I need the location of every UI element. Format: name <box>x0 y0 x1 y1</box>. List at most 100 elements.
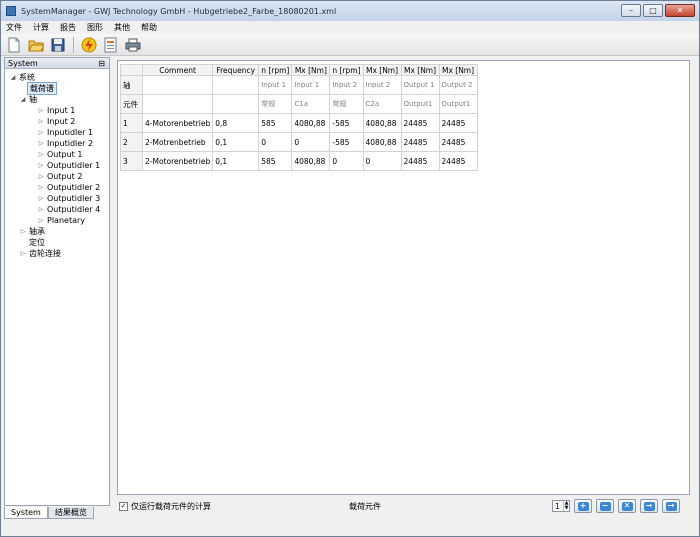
tab-results-overview[interactable]: 结果概览 <box>47 507 94 519</box>
tree-item-shaft[interactable]: ▷ Input 2 <box>37 116 77 127</box>
expand-arrow-icon[interactable]: ▷ <box>37 173 45 180</box>
tree-item-shaft[interactable]: ▷ Input 1 <box>37 105 77 116</box>
expand-arrow-icon[interactable]: ▷ <box>37 129 45 136</box>
row-number[interactable]: 1 <box>120 113 143 133</box>
torque-cell[interactable]: 0 <box>291 132 331 152</box>
open-button[interactable] <box>27 36 45 54</box>
element-cell[interactable]: C1a <box>291 94 331 114</box>
shaft-cell[interactable]: Output 1 <box>400 75 440 95</box>
speed-cell[interactable]: -585 <box>329 113 364 133</box>
maximize-button[interactable]: □ <box>643 4 663 17</box>
speed-cell[interactable]: 0 <box>329 151 364 171</box>
row-number[interactable]: 3 <box>120 151 143 171</box>
menu-file[interactable]: 文件 <box>1 22 28 33</box>
speed-cell[interactable]: 0 <box>258 132 293 152</box>
tree-item-shaft[interactable]: ▷ Inputidler 1 <box>37 127 95 138</box>
row-number[interactable]: 2 <box>120 132 143 152</box>
element-cell[interactable] <box>212 94 260 114</box>
element-cell[interactable]: C2a <box>362 94 402 114</box>
column-header[interactable]: Mx [Nm] <box>438 64 478 76</box>
minimize-button[interactable]: – <box>621 4 641 17</box>
row-count-spinner[interactable]: 1 ▲ ▼ <box>552 500 570 512</box>
expand-arrow-icon[interactable]: ▷ <box>37 217 45 224</box>
expand-arrow-icon[interactable]: ▷ <box>37 206 45 213</box>
expand-arrow-icon[interactable]: ▷ <box>19 228 27 235</box>
torque-cell[interactable]: 24485 <box>400 151 440 171</box>
menu-graphics[interactable]: 图形 <box>82 22 109 33</box>
column-header[interactable]: Mx [Nm] <box>400 64 440 76</box>
element-cell[interactable] <box>141 94 214 114</box>
torque-cell[interactable]: 4080,88 <box>362 113 402 133</box>
shaft-cell[interactable]: Input 1 <box>291 75 331 95</box>
expand-arrow-icon[interactable]: ▷ <box>37 140 45 147</box>
comment-cell[interactable]: 2-Motorenbetrieb <box>141 151 214 171</box>
collapse-arrow-icon[interactable]: ◢ <box>19 96 27 103</box>
delete-all-button[interactable]: ✕ <box>618 499 636 513</box>
column-header[interactable]: Frequency <box>212 64 260 76</box>
torque-cell[interactable]: 24485 <box>400 113 440 133</box>
print-button[interactable] <box>124 36 142 54</box>
menu-report[interactable]: 报告 <box>55 22 82 33</box>
expand-arrow-icon[interactable]: ▷ <box>37 151 45 158</box>
remove-row-button[interactable]: − <box>596 499 614 513</box>
menu-help[interactable]: 帮助 <box>136 22 163 33</box>
spinner-arrows-icon[interactable]: ▲ ▼ <box>563 501 569 511</box>
save-button[interactable] <box>49 36 67 54</box>
pin-icon[interactable]: ⊟ <box>98 59 105 68</box>
expand-arrow-icon[interactable]: ▷ <box>37 184 45 191</box>
tree-item-shaft[interactable]: ▷ Outputidler 4 <box>37 204 102 215</box>
new-file-button[interactable] <box>5 36 23 54</box>
torque-cell[interactable]: 24485 <box>400 132 440 152</box>
shaft-cell[interactable]: Input 2 <box>329 75 364 95</box>
torque-cell[interactable]: 24485 <box>438 151 478 171</box>
column-header[interactable]: n [rpm] <box>258 64 293 76</box>
element-cell[interactable]: Output1 <box>400 94 440 114</box>
frequency-cell[interactable]: 0,1 <box>212 132 260 152</box>
frequency-cell[interactable]: 0,8 <box>212 113 260 133</box>
expand-arrow-icon[interactable]: ▷ <box>37 107 45 114</box>
tree-item-gear-connections[interactable]: ▷ 齿轮连接 <box>19 248 63 259</box>
tree-item-bearings[interactable]: ▷ 轴承 <box>19 226 47 237</box>
speed-cell[interactable]: 585 <box>258 113 293 133</box>
shaft-cell[interactable]: Input 1 <box>258 75 293 95</box>
element-cell[interactable]: 常规 <box>329 94 364 114</box>
column-header[interactable]: Comment <box>141 64 214 76</box>
tab-system[interactable]: System <box>4 507 48 519</box>
frequency-cell[interactable]: 0,1 <box>212 151 260 171</box>
load-elements-only-checkbox[interactable]: ✓ <box>119 501 128 511</box>
torque-cell[interactable]: 24485 <box>438 132 478 152</box>
torque-cell[interactable]: 4080,88 <box>291 113 331 133</box>
column-header[interactable]: Mx [Nm] <box>291 64 331 76</box>
shaft-cell[interactable] <box>212 75 260 95</box>
tree-item-shaft[interactable]: ▷ Planetary <box>37 215 87 226</box>
add-row-button[interactable]: + <box>574 499 592 513</box>
collapse-arrow-icon[interactable]: ◢ <box>9 74 17 81</box>
tree-item-positioning[interactable]: 定位 <box>27 237 47 248</box>
tree-item-shaft[interactable]: ▷ Output 2 <box>37 171 84 182</box>
shaft-cell[interactable]: Output 2 <box>438 75 478 95</box>
menu-other[interactable]: 其他 <box>109 22 136 33</box>
column-header[interactable]: n [rpm] <box>329 64 364 76</box>
speed-cell[interactable]: 585 <box>258 151 293 171</box>
tree-item-shaft[interactable]: ▷ Output 1 <box>37 149 84 160</box>
comment-cell[interactable]: 2-Motrenbetrieb <box>141 132 214 152</box>
torque-cell[interactable]: 4080,88 <box>362 132 402 152</box>
tree-item-shaft[interactable]: ▷ Inputidler 2 <box>37 138 95 149</box>
tree-item-shaft[interactable]: ▷ Outputidler 3 <box>37 193 102 204</box>
expand-arrow-icon[interactable]: ▷ <box>37 118 45 125</box>
tree-item-shaft[interactable]: ▷ Outputidler 2 <box>37 182 102 193</box>
tree-item-shaft[interactable]: ▷ Outputidler 1 <box>37 160 102 171</box>
element-cell[interactable]: Output1 <box>438 94 478 114</box>
expand-arrow-icon[interactable]: ▷ <box>19 250 27 257</box>
expand-arrow-icon[interactable]: ▷ <box>37 195 45 202</box>
comment-cell[interactable]: 4-Motorenbetrieb <box>141 113 214 133</box>
shaft-cell[interactable] <box>141 75 214 95</box>
torque-cell[interactable]: 0 <box>362 151 402 171</box>
calculate-button[interactable] <box>80 36 98 54</box>
close-button[interactable]: ✕ <box>665 4 695 17</box>
torque-cell[interactable]: 4080,88 <box>291 151 331 171</box>
report-button[interactable] <box>102 36 120 54</box>
menu-calculate[interactable]: 计算 <box>28 22 55 33</box>
tree-item-shafts[interactable]: ◢ 轴 <box>19 94 39 105</box>
expand-arrow-icon[interactable]: ▷ <box>37 162 45 169</box>
